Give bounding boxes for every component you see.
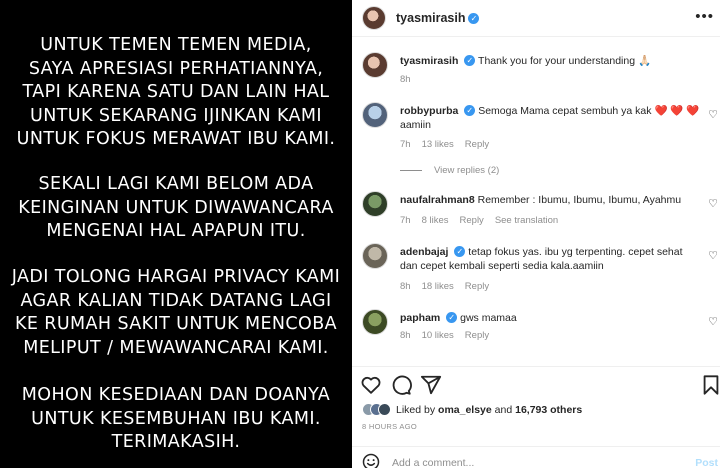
see-translation-button[interactable]: See translation [495,215,558,226]
comment-time: 7h [400,215,411,226]
comment-text: Remember : Ibumu, Ibumu, Ibumu, Ayahmu [477,194,682,206]
comment-time: 8h [400,330,411,341]
avatar[interactable] [362,309,388,335]
reply-button[interactable]: Reply [465,139,489,150]
reply-button[interactable]: Reply [465,330,489,341]
bookmark-icon[interactable] [700,374,720,396]
comment-text: gws mamaa [460,312,517,324]
more-options-icon[interactable]: ••• [695,8,714,25]
post-timestamp[interactable]: 8 HOURS AGO [362,422,417,431]
verified-badge-icon: ✓ [454,246,466,257]
avatar[interactable] [362,52,388,78]
author-username[interactable]: tyasmirasih [396,11,465,25]
avatar[interactable] [362,191,388,217]
avatar[interactable] [362,6,386,30]
comment-time: 8h [400,281,411,292]
divider [400,170,422,171]
verified-badge-icon: ✓ [464,105,476,116]
view-replies-label: View replies (2) [434,165,500,176]
liked-by-prefix: Liked by [396,403,439,416]
comment-time: 7h [400,139,411,150]
heart-icon[interactable] [360,374,382,396]
liked-by-user[interactable]: oma_elsye [438,404,492,416]
add-comment-bar: Add a comment... Post [352,446,720,468]
share-icon[interactable] [420,374,442,396]
comment-username[interactable]: adenbajaj [400,246,448,258]
verified-badge-icon: ✓ [468,12,480,24]
post-button[interactable]: Post [695,457,718,468]
comment-icon[interactable] [390,374,412,396]
comment-username[interactable]: robbypurba [400,105,458,117]
comments-list: tyasmirasih ✓ Thank you for your underst… [352,38,720,366]
avatar[interactable] [362,102,388,128]
comment-likes[interactable]: 8 likes [422,215,449,226]
like-comment-heart-icon[interactable]: ♡ [708,108,718,121]
avatar [378,403,391,416]
media-text-paragraph: JADI TOLONG HARGAI PRIVACY KAMI AGAR KAL… [11,267,341,358]
caption-text: Thank you for your understanding 🙏🏻 [478,55,652,67]
emoji-icon[interactable] [362,453,380,468]
liked-by-and: and [491,403,516,416]
avatar[interactable] [362,243,388,269]
media-text-paragraph: MOHON KESEDIAAN DAN DOANYA UNTUK KESEMBU… [21,385,331,452]
caption-time: 8h [400,74,411,85]
reply-button[interactable]: Reply [460,215,484,226]
like-comment-heart-icon[interactable]: ♡ [708,197,718,210]
verified-badge-icon: ✓ [464,55,476,66]
comment-likes[interactable]: 13 likes [422,139,454,150]
post-media: UNTUK TEMEN TEMEN MEDIA, SAYA APRESIASI … [0,0,352,468]
comment-username[interactable]: papham [400,312,440,324]
comment-likes[interactable]: 10 likes [422,330,454,341]
like-comment-heart-icon[interactable]: ♡ [708,249,718,262]
post-header: tyasmirasih ✓ ••• [352,0,720,37]
reply-button[interactable]: Reply [465,281,489,292]
likes-summary: Liked by oma_elsye and 16,793 others [362,403,582,416]
post-side-panel: tyasmirasih ✓ ••• tyasmirasih ✓ Thank yo… [352,0,720,468]
verified-badge-icon: ✓ [446,312,458,323]
caption-username[interactable]: tyasmirasih [400,55,458,67]
likes-count[interactable]: 16,793 others [515,404,582,416]
view-replies-button[interactable]: View replies (2) [400,165,499,176]
comment-username[interactable]: naufalrahman8 [400,194,475,206]
like-comment-heart-icon[interactable]: ♡ [708,315,718,328]
media-text-paragraph: SEKALI LAGI KAMI BELOM ADA KEINGINAN UNT… [18,174,334,241]
comment-likes[interactable]: 18 likes [422,281,454,292]
comment-input[interactable]: Add a comment... [392,457,474,468]
media-text-paragraph: UNTUK TEMEN TEMEN MEDIA, SAYA APRESIASI … [16,35,336,149]
action-bar [352,366,720,400]
